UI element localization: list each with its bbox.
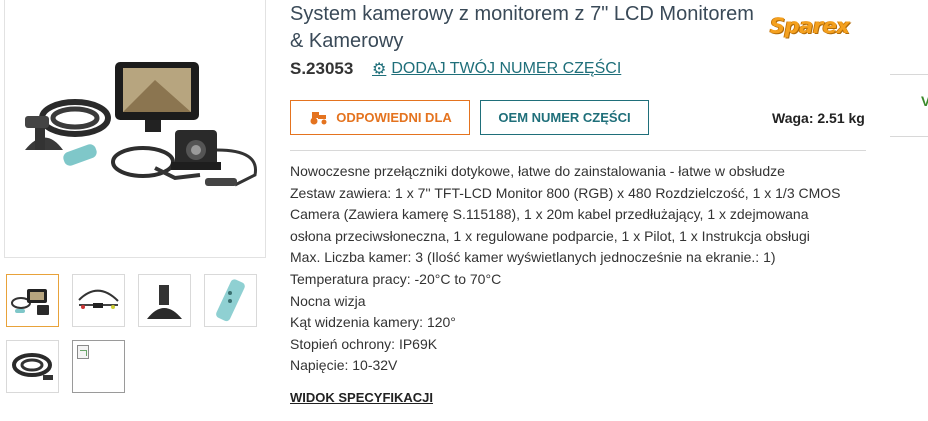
description-line: Stopień ochrony: IP69K — [290, 335, 438, 352]
description-line: osłona przeciwsłoneczna, 1 x regulowane … — [290, 227, 810, 244]
description-line: Camera (Zawiera kamerę S.115188), 1 x 20… — [290, 206, 809, 223]
thumbnail-3[interactable] — [138, 274, 191, 327]
description-line: Temperatura pracy: -20°C to 70°C — [290, 270, 502, 287]
description-line: Napięcie: 10-32V — [290, 357, 398, 374]
add-part-number-label: DODAJ TWÓJ NUMER CZĘŚCI — [391, 60, 622, 77]
thumbnail-5[interactable] — [6, 340, 59, 393]
broken-image-icon — [77, 345, 89, 359]
description-line: Nocna wizja — [290, 292, 366, 309]
thumbnail-4[interactable] — [204, 274, 257, 327]
description-line: Nowoczesne przełączniki dotykowe, łatwe … — [290, 163, 785, 179]
product-description: Nowoczesne przełączniki dotykowe, łatwe … — [290, 161, 850, 377]
product-title: System kamerowy z monitorem z 7" LCD Mon… — [290, 3, 754, 52]
thumbnail-6[interactable] — [72, 340, 125, 393]
thumbnail-1[interactable] — [6, 274, 59, 327]
divider — [290, 150, 866, 151]
fits-for-label: ODPOWIEDNI DLA — [336, 110, 452, 125]
tractor-icon — [308, 111, 328, 125]
oem-part-number-button[interactable]: OEM NUMER CZĘŚCI — [480, 100, 649, 135]
gear-icon: ⚙ — [372, 61, 387, 78]
oem-part-number-label: OEM NUMER CZĘŚCI — [498, 110, 631, 125]
description-line: Zestaw zawiera: 1 x 7'' TFT-LCD Monitor … — [290, 184, 841, 201]
product-sku: S.23053 — [290, 59, 354, 78]
add-part-number-link[interactable]: ⚙ DODAJ TWÓJ NUMER CZĘŚCI — [372, 59, 621, 79]
description-line: Max. Liczba kamer: 3 (Ilość kamer wyświe… — [290, 249, 776, 266]
product-weight: Waga: 2.51 kg — [772, 110, 865, 126]
side-panel-text: V — [921, 93, 928, 109]
description-line: Kąt widzenia kamery: 120° — [290, 314, 456, 331]
main-product-image[interactable] — [4, 0, 266, 258]
view-specification-link[interactable]: WIDOK SPECYFIKACJI — [290, 390, 433, 405]
brand-logo: Sparex — [770, 14, 850, 38]
fits-for-button[interactable]: ODPOWIEDNI DLA — [290, 100, 470, 135]
thumbnail-2[interactable] — [72, 274, 125, 327]
